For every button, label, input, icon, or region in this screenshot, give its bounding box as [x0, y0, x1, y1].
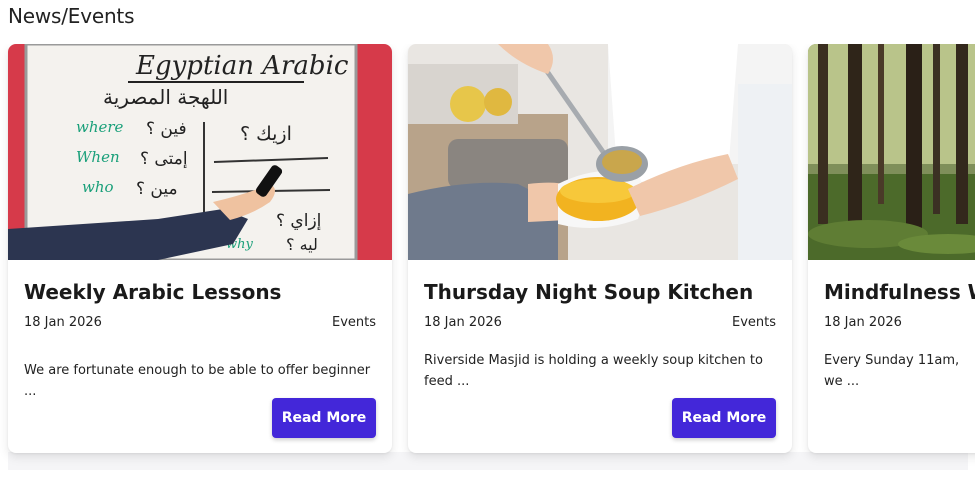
news-card-arabic-lessons[interactable]: Egyptian Arabic اللهجة المصرية where Whe… — [8, 44, 392, 453]
card-title[interactable]: Mindfulness Wa — [824, 280, 975, 304]
card-description: Every Sunday 11am, we ... — [824, 353, 960, 389]
board-word-where: where — [76, 118, 124, 136]
news-card-soup-kitchen[interactable]: Thursday Night Soup Kitchen 18 Jan 2026 … — [408, 44, 792, 453]
board-word-when: When — [76, 148, 120, 166]
card-date: 18 Jan 2026 — [24, 315, 102, 330]
card-description: We are fortunate enough to be able to of… — [24, 363, 371, 399]
board-word-who: who — [82, 178, 114, 196]
card-title[interactable]: Weekly Arabic Lessons — [24, 280, 281, 304]
card-category: Events — [331, 315, 376, 330]
board-arabic-5: إزاي ؟ — [276, 211, 321, 231]
read-more-button[interactable]: Read More — [272, 398, 376, 438]
card-title[interactable]: Thursday Night Soup Kitchen — [424, 280, 753, 304]
news-carousel[interactable]: Egyptian Arabic اللهجة المصرية where Whe… — [0, 44, 975, 477]
board-heading: Egyptian Arabic — [135, 51, 349, 81]
whiteboard-arabic-lesson-image: Egyptian Arabic اللهجة المصرية where Whe… — [8, 44, 392, 260]
card-category: Events — [731, 315, 776, 330]
soup-kitchen-serving-image — [408, 44, 792, 260]
news-card-mindfulness-walk[interactable]: Mindfulness Wa 18 Jan 2026 Every Sunday … — [808, 44, 975, 453]
board-arabic-3: مين ؟ — [136, 179, 178, 199]
card-description: Riverside Masjid is holding a weekly sou… — [424, 353, 763, 389]
board-subheading: اللهجة المصرية — [103, 85, 228, 109]
forest-trees-image — [808, 44, 975, 260]
board-arabic-6: ليه ؟ — [286, 235, 318, 254]
carousel-track-bg — [8, 452, 968, 470]
board-arabic-4: ازيك ؟ — [240, 123, 292, 145]
card-date: 18 Jan 2026 — [824, 315, 902, 330]
board-arabic-1: فين ؟ — [146, 119, 187, 139]
section-title: News/Events — [8, 4, 135, 28]
card-date: 18 Jan 2026 — [424, 315, 502, 330]
read-more-button[interactable]: Read More — [672, 398, 776, 438]
board-arabic-2: إمتى ؟ — [140, 149, 188, 169]
